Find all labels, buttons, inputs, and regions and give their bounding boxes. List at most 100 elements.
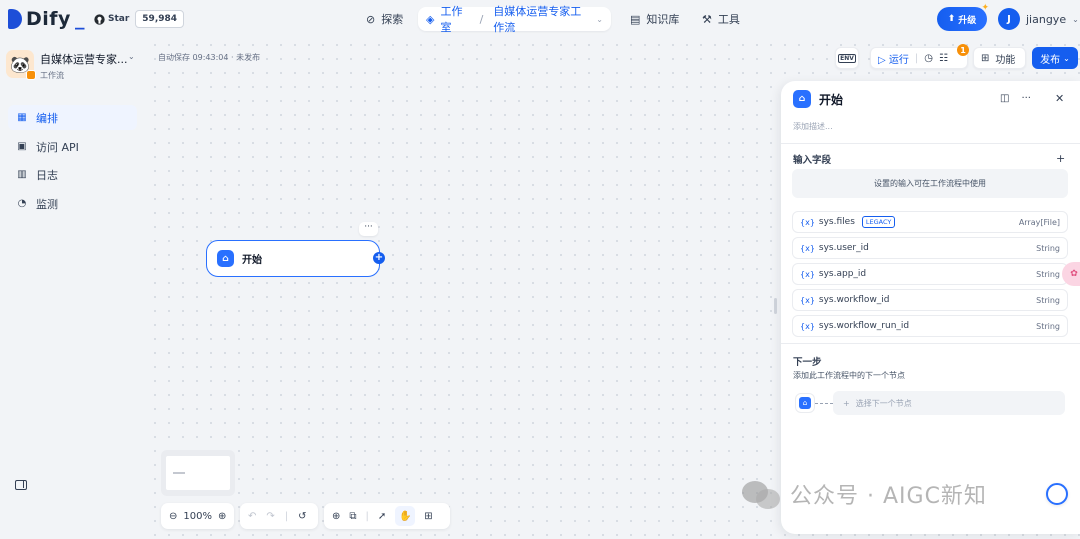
user-name: jiangye xyxy=(1026,12,1067,26)
log-icon: ▥ xyxy=(17,169,27,180)
sidebar-item-monitor[interactable]: ◔ 监测 xyxy=(8,191,137,216)
sidebar-item-orchestrate[interactable]: ▦ 编排 xyxy=(8,105,137,130)
help-book-icon[interactable]: ◫ xyxy=(1000,93,1009,104)
publish-button[interactable]: 发布 ⌄ xyxy=(1032,47,1078,69)
nav-studio[interactable]: ◈ 工作室 / 自媒体运营专家工作流 ⌄ xyxy=(418,5,611,34)
app-info[interactable]: 🐼 自媒体运营专家... 工作流 xyxy=(6,50,128,81)
nav-explore-label: 探索 xyxy=(381,13,404,26)
app-sidebar: 🐼 自媒体运营专家... 工作流 ⌄ ▦ 编排 ▣ 访问 API ▥ 日志 ◔ … xyxy=(0,38,148,539)
minimap-node xyxy=(173,472,185,474)
home-icon: ⌂ xyxy=(799,397,811,409)
history-icon[interactable]: ↺ xyxy=(298,511,306,522)
start-node[interactable]: ⌂ 开始 xyxy=(206,240,380,277)
variable-row[interactable]: {x} sys.workflow_run_id String xyxy=(792,315,1068,337)
nav-knowledge[interactable]: ▤ 知识库 xyxy=(622,7,687,31)
upgrade-button[interactable]: ⬆ 升级 ✦ xyxy=(937,3,989,31)
logo-text: Dify xyxy=(26,8,71,30)
home-icon: ⌂ xyxy=(217,250,234,267)
wechat-icon xyxy=(742,479,782,509)
variable-icon: {x} xyxy=(800,295,815,305)
inputs-section-title: 输入字段 xyxy=(793,155,832,166)
env-icon: ENV xyxy=(838,53,856,63)
sidebar-item-label: 监测 xyxy=(36,197,58,211)
add-input-icon[interactable]: + xyxy=(1056,152,1065,165)
sidebar-item-label: 访问 API xyxy=(36,140,79,154)
next-step-desc: 添加此工作流程中的下一个节点 xyxy=(793,371,905,380)
variable-icon: {x} xyxy=(800,321,815,331)
canvas-tools: ⊕ ⧉ | ➚ ✋ ⊞ xyxy=(324,503,450,529)
app-avatar-icon: 🐼 xyxy=(6,50,36,80)
app-type: 工作流 xyxy=(40,71,64,80)
minimap[interactable] xyxy=(161,450,235,496)
pointer-icon[interactable]: ➚ xyxy=(378,511,386,522)
start-node-mini: ⌂ xyxy=(795,393,815,413)
sidebar-item-logs[interactable]: ▥ 日志 xyxy=(8,162,137,187)
more-icon[interactable]: ··· xyxy=(1021,93,1031,104)
env-button[interactable]: ENV xyxy=(835,47,859,69)
zoom-level[interactable]: 100% xyxy=(183,511,212,522)
home-icon: ⌂ xyxy=(793,90,811,108)
chevron-down-icon: ⌄ xyxy=(1072,14,1079,24)
avatar: J xyxy=(998,8,1020,30)
inputs-hint: 设置的输入可在工作流程中使用 xyxy=(792,169,1068,198)
start-node-title: 开始 xyxy=(242,255,262,266)
nav-tools-label: 工具 xyxy=(717,13,740,26)
select-next-node-button[interactable]: + 选择下一个节点 xyxy=(833,391,1065,415)
chevron-down-icon: ⌄ xyxy=(596,14,603,24)
breadcrumb-workflow-name[interactable]: 自媒体运营专家工作流 xyxy=(493,3,590,35)
plus-icon: + xyxy=(843,398,850,408)
user-menu[interactable]: J jiangye ⌄ xyxy=(998,8,1079,30)
nav-explore[interactable]: ⊘ 探索 xyxy=(358,7,411,31)
github-star-count: 59,984 xyxy=(135,10,185,28)
note-icon[interactable]: ⧉ xyxy=(349,511,356,522)
description-input[interactable]: 添加描述... xyxy=(793,121,833,132)
close-icon[interactable]: ✕ xyxy=(1055,92,1064,105)
panel-title[interactable]: 开始 xyxy=(819,91,843,108)
variable-icon: {x} xyxy=(800,269,815,279)
chevron-down-icon: ⌄ xyxy=(1063,53,1070,63)
autosave-status: 自动保存 09:43:04 · 未发布 xyxy=(158,53,261,62)
book-icon: ▤ xyxy=(630,12,641,26)
github-icon xyxy=(94,13,105,25)
hand-icon[interactable]: ✋ xyxy=(395,506,416,526)
history-controls: ↶ ↷ | ↺ xyxy=(240,503,318,529)
floating-assistant-icon[interactable]: ✿ xyxy=(1062,262,1080,286)
next-step-title: 下一步 xyxy=(793,357,822,368)
top-bar: Dify _ Star 59,984 ⊘ 探索 ◈ 工作室 / 自媒体运营专家工作… xyxy=(0,0,1080,38)
features-icon: ⊞ xyxy=(981,52,990,64)
variable-row[interactable]: {x} sys.files LEGACY Array[File] xyxy=(792,211,1068,233)
play-icon: ▷ xyxy=(878,54,886,66)
variable-row[interactable]: {x} sys.workflow_id String xyxy=(792,289,1068,311)
node-more-button[interactable]: ··· xyxy=(359,222,378,236)
checklist-icon[interactable]: ☷ xyxy=(939,53,948,64)
chat-bubble-icon[interactable] xyxy=(1046,483,1068,505)
history-icon[interactable]: ◷ xyxy=(924,53,933,64)
app-name: 自媒体运营专家... xyxy=(40,53,128,66)
tool-icon: ⚒ xyxy=(702,12,712,26)
sparkle-icon: ✦ xyxy=(981,3,989,13)
sidebar-collapse-icon[interactable] xyxy=(15,480,27,490)
run-button[interactable]: ▷ 运行 xyxy=(878,51,909,66)
features-button[interactable]: ⊞ 功能 xyxy=(973,47,1026,69)
add-block-icon[interactable]: ⊕ xyxy=(332,511,340,522)
panel-resize-handle[interactable] xyxy=(774,298,777,314)
zoom-controls: ⊖ 100% ⊕ xyxy=(161,503,235,529)
variable-icon: {x} xyxy=(800,217,815,227)
orchestrate-icon: ▦ xyxy=(17,112,27,123)
node-config-panel: ⌂ 开始 ◫ ··· ✕ 添加描述... 输入字段 + 设置的输入可在工作流程中… xyxy=(781,81,1080,534)
sidebar-item-api[interactable]: ▣ 访问 API xyxy=(8,134,137,159)
zoom-in-icon[interactable]: ⊕ xyxy=(218,511,226,522)
redo-icon[interactable]: ↷ xyxy=(266,511,274,522)
sidebar-item-label: 编排 xyxy=(36,111,58,125)
nav-studio-label: 工作室 xyxy=(440,5,463,34)
variable-row[interactable]: {x} sys.app_id String xyxy=(792,263,1068,285)
variable-row[interactable]: {x} sys.user_id String xyxy=(792,237,1068,259)
organize-icon[interactable]: ⊞ xyxy=(424,511,432,522)
zoom-out-icon[interactable]: ⊖ xyxy=(169,511,177,522)
github-star-button[interactable]: Star 59,984 xyxy=(92,10,185,28)
add-next-node-button[interactable]: + xyxy=(373,252,385,264)
nav-tools[interactable]: ⚒ 工具 xyxy=(694,7,748,31)
dify-logo[interactable]: Dify _ xyxy=(8,8,85,30)
undo-icon[interactable]: ↶ xyxy=(248,511,256,522)
chevron-down-icon[interactable]: ⌄ xyxy=(128,52,135,61)
